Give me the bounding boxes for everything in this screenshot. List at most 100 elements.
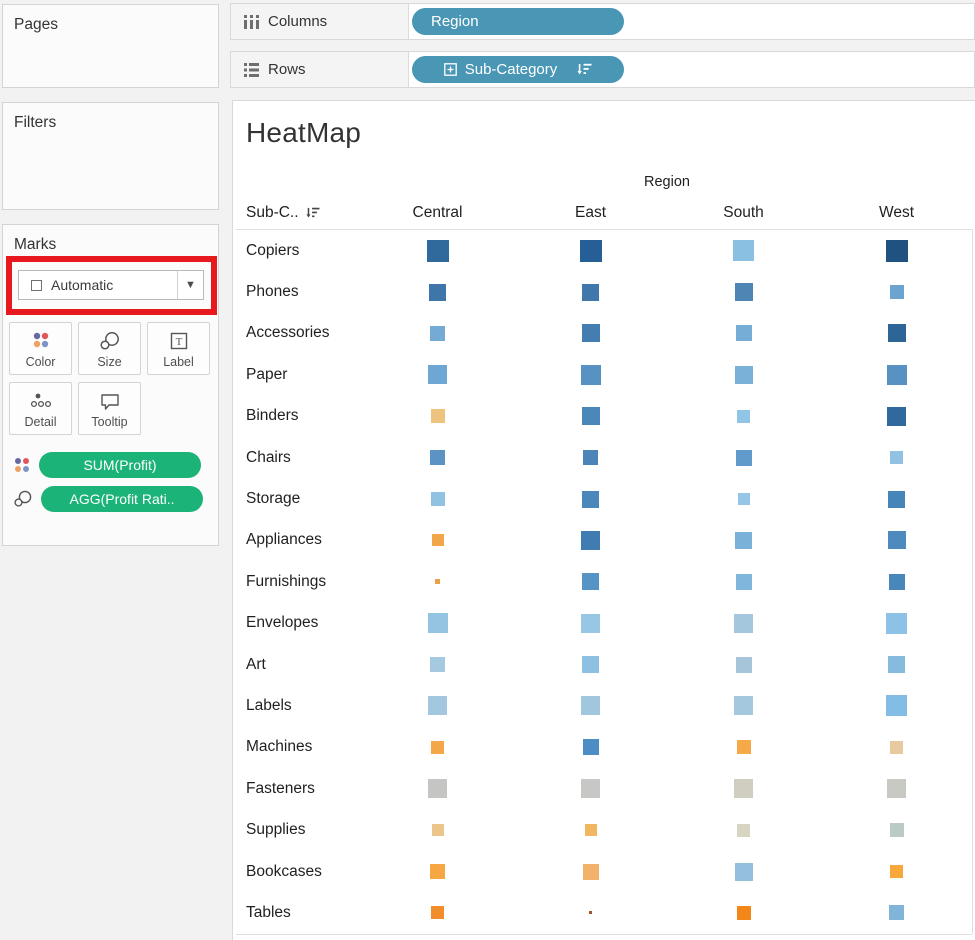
heatmap-cell[interactable] [361, 396, 514, 437]
heatmap-cell[interactable] [361, 727, 514, 768]
heatmap-cell[interactable] [820, 437, 973, 478]
heatmap-cell[interactable] [667, 561, 820, 602]
heatmap-cell[interactable] [820, 851, 973, 892]
sort-descending-icon[interactable] [306, 207, 320, 219]
filters-shelf[interactable]: Filters [2, 102, 219, 210]
agg-profit-ratio-pill[interactable]: AGG(Profit Rati.. [41, 486, 203, 512]
heatmap-cell[interactable] [667, 354, 820, 395]
heatmap-cell[interactable] [514, 313, 667, 354]
heatmap-cell[interactable] [514, 685, 667, 726]
row-label[interactable]: Furnishings [233, 573, 361, 591]
heatmap-cell[interactable] [514, 520, 667, 561]
heatmap-cell[interactable] [820, 478, 973, 519]
sort-descending-icon[interactable] [577, 63, 592, 76]
column-header-east[interactable]: East [514, 204, 667, 222]
heatmap-cell[interactable] [820, 561, 973, 602]
heatmap-cell[interactable] [667, 230, 820, 271]
heatmap-cell[interactable] [361, 313, 514, 354]
heatmap-cell[interactable] [820, 727, 973, 768]
label-button[interactable]: T Label [147, 322, 210, 375]
row-label[interactable]: Tables [233, 904, 361, 922]
column-header-south[interactable]: South [667, 204, 820, 222]
heatmap-cell[interactable] [361, 644, 514, 685]
heatmap-cell[interactable] [667, 520, 820, 561]
heatmap-cell[interactable] [667, 809, 820, 850]
row-label[interactable]: Paper [233, 366, 361, 384]
column-header-central[interactable]: Central [361, 204, 514, 222]
heatmap-cell[interactable] [514, 271, 667, 312]
heatmap-cell[interactable] [361, 768, 514, 809]
heatmap-cell[interactable] [820, 603, 973, 644]
heatmap-cell[interactable] [514, 644, 667, 685]
mark-type-dropdown[interactable]: Automatic ▼ [18, 270, 204, 300]
row-label[interactable]: Chairs [233, 449, 361, 467]
heatmap-cell[interactable] [667, 768, 820, 809]
sum-profit-pill[interactable]: SUM(Profit) [39, 452, 201, 478]
heatmap-cell[interactable] [514, 478, 667, 519]
detail-button[interactable]: Detail [9, 382, 72, 435]
heatmap-cell[interactable] [820, 354, 973, 395]
row-label[interactable]: Copiers [233, 242, 361, 260]
pages-shelf[interactable]: Pages [2, 4, 219, 88]
heatmap-cell[interactable] [361, 437, 514, 478]
size-button[interactable]: Size [78, 322, 141, 375]
heatmap-cell[interactable] [514, 396, 667, 437]
heatmap-cell[interactable] [667, 892, 820, 933]
heatmap-cell[interactable] [667, 437, 820, 478]
heatmap-cell[interactable] [514, 768, 667, 809]
heatmap-cell[interactable] [514, 354, 667, 395]
heatmap-cell[interactable] [667, 313, 820, 354]
color-button[interactable]: Color [9, 322, 72, 375]
heatmap-cell[interactable] [361, 478, 514, 519]
heatmap-cell[interactable] [514, 727, 667, 768]
tooltip-button[interactable]: Tooltip [78, 382, 141, 435]
heatmap-cell[interactable] [820, 809, 973, 850]
heatmap-cell[interactable] [361, 520, 514, 561]
row-label[interactable]: Binders [233, 407, 361, 425]
row-label[interactable]: Bookcases [233, 863, 361, 881]
heatmap-cell[interactable] [361, 892, 514, 933]
heatmap-cell[interactable] [667, 478, 820, 519]
row-label[interactable]: Phones [233, 283, 361, 301]
heatmap-cell[interactable] [667, 685, 820, 726]
sub-category-pill[interactable]: Sub-Category [412, 56, 624, 83]
heatmap-cell[interactable] [820, 271, 973, 312]
heatmap-cell[interactable] [667, 396, 820, 437]
row-label[interactable]: Art [233, 656, 361, 674]
heatmap-cell[interactable] [514, 230, 667, 271]
row-label[interactable]: Envelopes [233, 614, 361, 632]
heatmap-cell[interactable] [514, 809, 667, 850]
heatmap-cell[interactable] [361, 561, 514, 602]
row-label[interactable]: Labels [233, 697, 361, 715]
columns-drop-area[interactable]: Region [409, 4, 974, 39]
heatmap-cell[interactable] [361, 230, 514, 271]
heatmap-cell[interactable] [820, 230, 973, 271]
heatmap-cell[interactable] [667, 644, 820, 685]
heatmap-cell[interactable] [667, 271, 820, 312]
row-label[interactable]: Appliances [233, 531, 361, 549]
heatmap-cell[interactable] [514, 851, 667, 892]
row-label[interactable]: Fasteners [233, 780, 361, 798]
heatmap-cell[interactable] [361, 271, 514, 312]
region-pill[interactable]: Region [412, 8, 624, 35]
heatmap-cell[interactable] [820, 644, 973, 685]
heatmap-cell[interactable] [514, 437, 667, 478]
rows-drop-area[interactable]: Sub-Category [409, 52, 974, 87]
heatmap-cell[interactable] [820, 892, 973, 933]
row-label[interactable]: Storage [233, 490, 361, 508]
heatmap-cell[interactable] [361, 603, 514, 644]
heatmap-cell[interactable] [361, 354, 514, 395]
heatmap-cell[interactable] [361, 685, 514, 726]
expand-icon[interactable] [443, 63, 457, 76]
heatmap-cell[interactable] [514, 892, 667, 933]
dropdown-caret-icon[interactable]: ▼ [177, 271, 203, 299]
heatmap-cell[interactable] [820, 520, 973, 561]
heatmap-cell[interactable] [667, 603, 820, 644]
row-dimension-header[interactable]: Sub-C.. [233, 204, 361, 222]
heatmap-cell[interactable] [820, 685, 973, 726]
row-label[interactable]: Accessories [233, 324, 361, 342]
heatmap-cell[interactable] [361, 809, 514, 850]
heatmap-cell[interactable] [667, 851, 820, 892]
row-label[interactable]: Supplies [233, 821, 361, 839]
heatmap-cell[interactable] [820, 396, 973, 437]
